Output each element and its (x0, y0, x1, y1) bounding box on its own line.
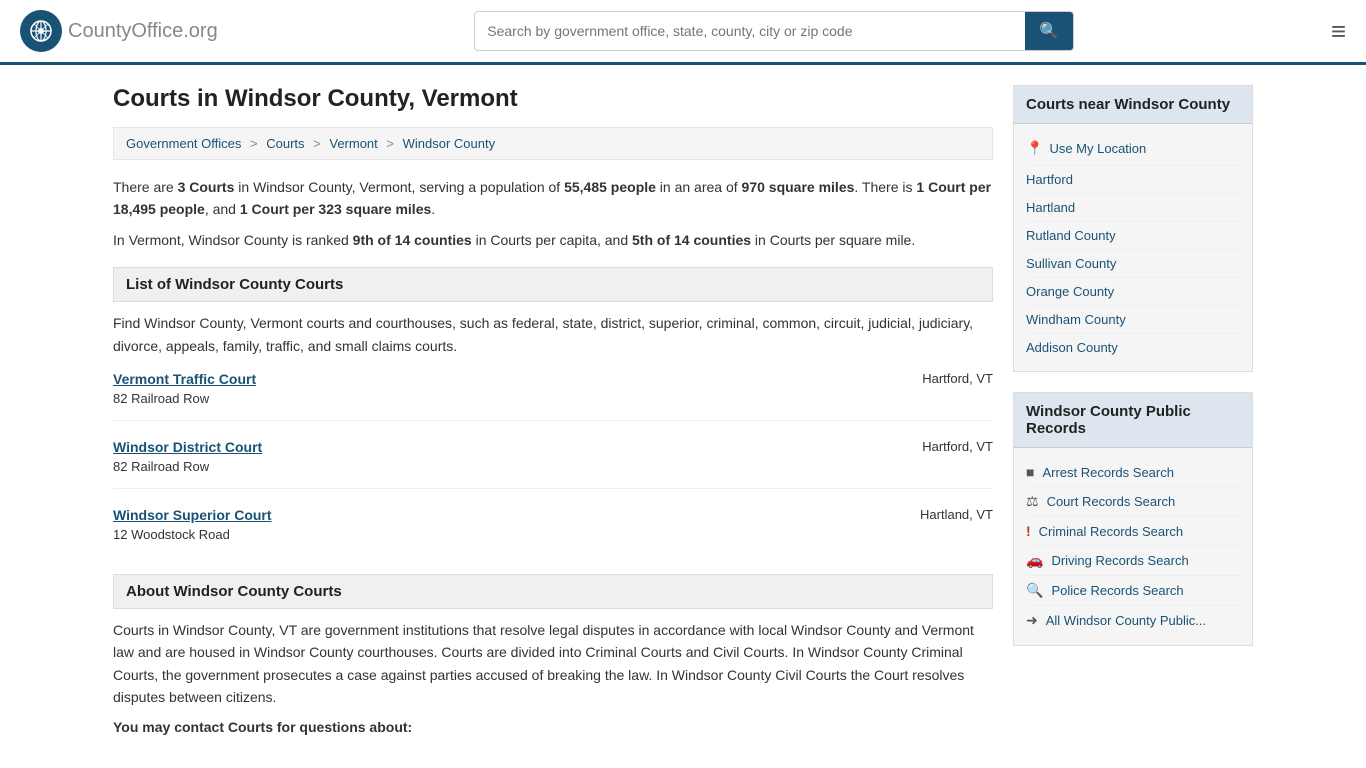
list-section-header: List of Windsor County Courts (113, 267, 993, 302)
court-item: Windsor District Court 82 Railroad Row H… (113, 439, 993, 489)
sidebar-record-criminal[interactable]: ! Criminal Records Search (1026, 517, 1240, 546)
contact-label: You may contact Courts for questions abo… (113, 719, 993, 735)
breadcrumb-gov-offices[interactable]: Government Offices (126, 136, 241, 151)
criminal-icon: ! (1026, 523, 1031, 539)
court-item: Windsor Superior Court 12 Woodstock Road… (113, 507, 993, 556)
search-area: 🔍 (474, 11, 1074, 51)
sidebar-item-rutland[interactable]: Rutland County (1026, 222, 1240, 250)
public-records-title: Windsor County Public Records (1014, 393, 1252, 448)
sidebar-item-sullivan[interactable]: Sullivan County (1026, 250, 1240, 278)
nearby-courts-title: Courts near Windsor County (1014, 86, 1252, 124)
nearby-courts-box: Courts near Windsor County 📍 Use My Loca… (1013, 85, 1253, 372)
court-address-3: 12 Woodstock Road (113, 527, 272, 542)
court-row: Windsor District Court 82 Railroad Row H… (113, 439, 993, 474)
sidebar-item-hartland[interactable]: Hartland (1026, 194, 1240, 222)
breadcrumb-windsor-county[interactable]: Windsor County (403, 136, 495, 151)
logo-icon (20, 10, 62, 52)
logo-text: CountyOffice.org (68, 20, 218, 43)
court-row: Vermont Traffic Court 82 Railroad Row Ha… (113, 371, 993, 406)
breadcrumb-sep1: > (250, 136, 258, 151)
search-button[interactable]: 🔍 (1025, 12, 1073, 50)
court-item: Vermont Traffic Court 82 Railroad Row Ha… (113, 371, 993, 421)
main-content: Courts in Windsor County, Vermont Govern… (113, 85, 993, 735)
all-records-icon: ➜ (1026, 612, 1038, 629)
court-location-3: Hartland, VT (920, 507, 993, 522)
public-records-content: ■ Arrest Records Search ⚖ Court Records … (1014, 448, 1252, 645)
page-title: Courts in Windsor County, Vermont (113, 85, 993, 113)
use-my-location[interactable]: 📍 Use My Location (1026, 134, 1240, 166)
about-section-header: About Windsor County Courts (113, 574, 993, 609)
sidebar-record-police[interactable]: 🔍 Police Records Search (1026, 576, 1240, 606)
sidebar-record-arrest[interactable]: ■ Arrest Records Search (1026, 458, 1240, 487)
logo-area: CountyOffice.org (20, 10, 218, 52)
court-address-2: 82 Railroad Row (113, 459, 262, 474)
court-details: Windsor Superior Court 12 Woodstock Road (113, 507, 272, 542)
search-input[interactable] (475, 15, 1025, 47)
court-details: Windsor District Court 82 Railroad Row (113, 439, 262, 474)
about-text: Courts in Windsor County, VT are governm… (113, 619, 993, 709)
menu-icon[interactable]: ≡ (1331, 16, 1346, 47)
sidebar-item-orange[interactable]: Orange County (1026, 278, 1240, 306)
sidebar-item-windham[interactable]: Windham County (1026, 306, 1240, 334)
police-icon: 🔍 (1026, 582, 1043, 599)
court-name-3[interactable]: Windsor Superior Court (113, 507, 272, 523)
courts-list: Vermont Traffic Court 82 Railroad Row Ha… (113, 371, 993, 556)
nearby-courts-content: 📍 Use My Location Hartford Hartland Rutl… (1014, 124, 1252, 371)
list-section-desc: Find Windsor County, Vermont courts and … (113, 312, 993, 357)
sidebar: Courts near Windsor County 📍 Use My Loca… (1013, 85, 1253, 735)
court-name-2[interactable]: Windsor District Court (113, 439, 262, 455)
sidebar-item-hartford[interactable]: Hartford (1026, 166, 1240, 194)
breadcrumb-sep3: > (386, 136, 394, 151)
court-row: Windsor Superior Court 12 Woodstock Road… (113, 507, 993, 542)
driving-icon: 🚗 (1026, 552, 1043, 569)
court-name-1[interactable]: Vermont Traffic Court (113, 371, 256, 387)
header: CountyOffice.org 🔍 ≡ (0, 0, 1366, 65)
breadcrumb-sep2: > (313, 136, 321, 151)
court-location-2: Hartford, VT (922, 439, 993, 454)
sidebar-record-driving[interactable]: 🚗 Driving Records Search (1026, 546, 1240, 576)
breadcrumb-courts[interactable]: Courts (266, 136, 304, 151)
sidebar-record-all[interactable]: ➜ All Windsor County Public... (1026, 606, 1240, 635)
content-wrapper: Courts in Windsor County, Vermont Govern… (93, 65, 1273, 755)
court-location-1: Hartford, VT (922, 371, 993, 386)
location-icon: 📍 (1026, 140, 1043, 157)
public-records-box: Windsor County Public Records ■ Arrest R… (1013, 392, 1253, 646)
sidebar-item-addison[interactable]: Addison County (1026, 334, 1240, 361)
court-records-icon: ⚖ (1026, 493, 1039, 510)
court-details: Vermont Traffic Court 82 Railroad Row (113, 371, 256, 406)
arrest-icon: ■ (1026, 464, 1034, 480)
sidebar-record-court[interactable]: ⚖ Court Records Search (1026, 487, 1240, 517)
court-address-1: 82 Railroad Row (113, 391, 256, 406)
breadcrumb-vermont[interactable]: Vermont (329, 136, 377, 151)
breadcrumb: Government Offices > Courts > Vermont > … (113, 127, 993, 160)
intro-text: There are 3 Courts in Windsor County, Ve… (113, 176, 993, 251)
